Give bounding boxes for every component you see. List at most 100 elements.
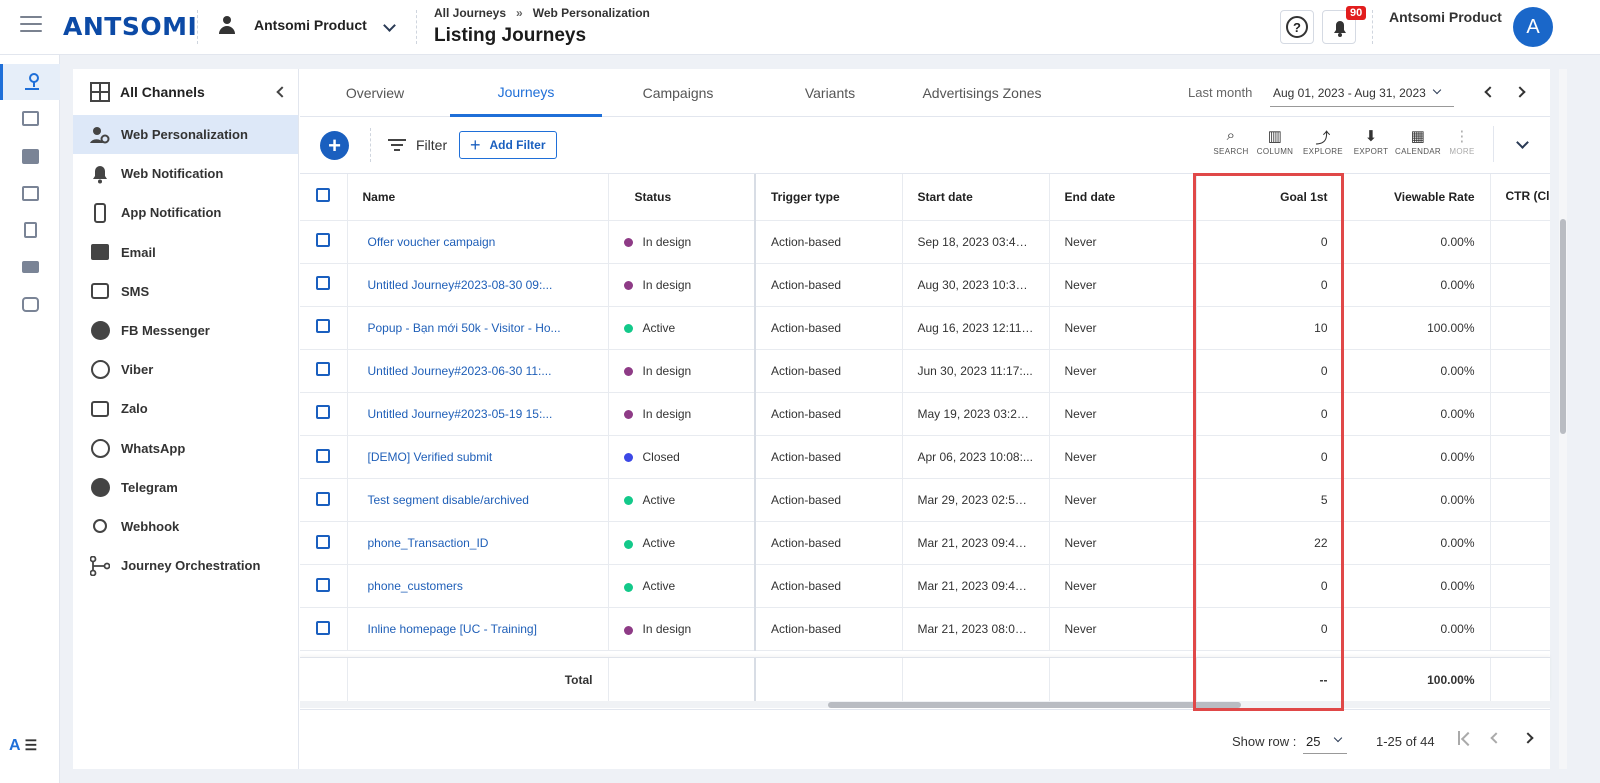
previous-period-icon[interactable] — [1484, 86, 1496, 98]
export-tool[interactable]: ⬇ EXPORT — [1346, 127, 1396, 156]
channel-webhook[interactable]: Webhook — [73, 507, 298, 546]
account-switcher[interactable]: Antsomi Product — [218, 16, 396, 34]
help-button[interactable]: ? — [1280, 10, 1314, 44]
calendar-tool[interactable]: ▦ CALENDAR — [1393, 127, 1443, 156]
rail-footer[interactable]: A ☰ — [9, 737, 37, 755]
channel-zalo[interactable]: Zalo — [73, 389, 298, 428]
avatar[interactable]: A — [1513, 7, 1553, 47]
row-checkbox[interactable] — [316, 491, 331, 506]
rail-link[interactable] — [0, 286, 60, 322]
journey-name-link[interactable]: Untitled Journey#2023-05-19 15:... — [347, 392, 609, 436]
tab-overview[interactable]: Overview — [300, 69, 450, 117]
explore-tool[interactable]: ⤴ EXPLORE — [1298, 127, 1348, 156]
column-header-start-date[interactable]: Start date — [902, 174, 1050, 221]
add-journey-button[interactable]: + — [320, 131, 349, 160]
hamburger-menu-icon[interactable] — [20, 16, 42, 34]
row-checkbox[interactable] — [316, 362, 331, 377]
channel-journey-orchestration[interactable]: Journey Orchestration — [73, 546, 298, 585]
table-row[interactable]: Untitled Journey#2023-08-30 09:... In des… — [300, 263, 1550, 307]
tab-variants[interactable]: Variants — [754, 69, 906, 117]
table-row[interactable]: Inline homepage [UC - Training] In design… — [300, 607, 1550, 652]
column-header-viewable-rate[interactable]: Viewable Rate — [1343, 174, 1491, 221]
row-checkbox[interactable] — [316, 448, 331, 463]
journey-name-link[interactable]: Offer voucher campaign — [347, 220, 609, 264]
search-tool[interactable]: ⌕ SEARCH — [1206, 127, 1256, 156]
channel-email[interactable]: Email — [73, 233, 298, 272]
row-checkbox[interactable] — [316, 577, 331, 592]
rail-data[interactable] — [0, 100, 60, 136]
breadcrumb-web-personalization[interactable]: Web Personalization — [533, 6, 650, 20]
rail-media[interactable] — [0, 175, 60, 211]
filter-button[interactable]: Filter — [388, 136, 447, 154]
antsomi-logo[interactable]: ANTSOMI — [63, 12, 197, 41]
channel-sms[interactable]: SMS — [73, 272, 298, 311]
journey-name-link[interactable]: Popup - Bạn mới 50k - Visitor - Ho... — [347, 306, 609, 350]
row-checkbox[interactable] — [316, 319, 331, 334]
column-header-end-date[interactable]: End date — [1049, 174, 1197, 221]
column-header-ctr[interactable]: CTR (Cl Viewab — [1490, 174, 1550, 221]
rail-ticket[interactable] — [0, 138, 60, 174]
scrollbar-thumb[interactable] — [1560, 219, 1566, 434]
column-header-goal-1st[interactable]: Goal 1st — [1196, 174, 1344, 221]
tab-advertising-zones[interactable]: Advertisings Zones — [906, 69, 1058, 117]
start-date-cell: Mar 29, 2023 02:52:... — [902, 478, 1050, 523]
first-page-icon[interactable] — [1458, 730, 1472, 746]
column-header-trigger-type[interactable]: Trigger type — [755, 174, 903, 221]
add-filter-button[interactable]: + Add Filter — [459, 131, 557, 159]
horizontal-scrollbar[interactable] — [300, 701, 1550, 708]
expand-menu-icon[interactable]: ☰ — [25, 737, 38, 753]
row-checkbox[interactable] — [316, 276, 331, 291]
channel-web-personalization[interactable]: Web Personalization — [73, 115, 298, 155]
journey-name-link[interactable]: Test segment disable/archived — [347, 478, 609, 523]
row-select-cell — [300, 220, 348, 264]
row-checkbox[interactable] — [316, 233, 331, 248]
table-row[interactable]: Untitled Journey#2023-05-19 15:... In des… — [300, 392, 1550, 436]
channel-viber[interactable]: Viber — [73, 350, 298, 389]
channel-fb-messenger[interactable]: FB Messenger — [73, 311, 298, 350]
scrollbar-thumb[interactable] — [828, 702, 1241, 708]
column-header-name[interactable]: Name — [347, 174, 609, 221]
table-row[interactable]: phone_Transaction_ID Active Action-based Ma… — [300, 521, 1550, 566]
journey-name-link[interactable]: phone_Transaction_ID — [347, 521, 609, 566]
breadcrumb-all-journeys[interactable]: All Journeys — [434, 6, 506, 20]
end-date-cell: Never — [1049, 392, 1197, 436]
rail-report[interactable] — [0, 212, 60, 248]
collapse-sidebar-icon[interactable] — [276, 86, 288, 98]
journey-name-link[interactable]: Untitled Journey#2023-06-30 11:... — [347, 349, 609, 393]
table-row[interactable]: Popup - Bạn mới 50k - Visitor - Ho... Act… — [300, 306, 1550, 350]
table-row[interactable]: Offer voucher campaign In design Action-ba… — [300, 220, 1550, 264]
journey-name-link[interactable]: [DEMO] Verified submit — [347, 435, 609, 480]
all-channels-header[interactable]: All Channels — [73, 69, 298, 115]
date-range-select[interactable]: Aug 01, 2023 - Aug 31, 2023 — [1270, 79, 1454, 107]
journey-name-link[interactable]: Untitled Journey#2023-08-30 09:... — [347, 263, 609, 307]
expand-toolbar-icon[interactable] — [1516, 136, 1529, 149]
table-row[interactable]: Untitled Journey#2023-06-30 11:... In des… — [300, 349, 1550, 393]
next-page-icon[interactable] — [1522, 732, 1534, 744]
table-row[interactable]: Test segment disable/archived Active Actio… — [300, 478, 1550, 523]
tab-campaigns[interactable]: Campaigns — [602, 69, 754, 117]
viewable-rate-cell: 0.00% — [1343, 607, 1491, 652]
row-checkbox[interactable] — [316, 620, 331, 635]
journey-name-link[interactable]: Inline homepage [UC - Training] — [347, 607, 609, 652]
next-period-icon[interactable] — [1514, 86, 1526, 98]
rows-per-page-select[interactable]: 25 — [1303, 728, 1347, 754]
column-tool[interactable]: ▥ COLUMN — [1250, 127, 1300, 156]
vertical-scrollbar[interactable] — [1559, 69, 1567, 769]
channel-telegram[interactable]: Telegram — [73, 468, 298, 507]
status-cell: In design — [608, 349, 756, 393]
previous-page-icon[interactable] — [1490, 732, 1502, 744]
row-checkbox[interactable] — [316, 405, 331, 420]
channel-app-notification[interactable]: App Notification — [73, 193, 298, 232]
more-tool[interactable]: ⋮ MORE — [1437, 127, 1487, 156]
rail-journey[interactable] — [0, 64, 60, 100]
select-all-checkbox[interactable] — [316, 188, 331, 203]
table-row[interactable]: phone_customers Active Action-based Mar 21,… — [300, 564, 1550, 609]
journey-name-link[interactable]: phone_customers — [347, 564, 609, 609]
tab-journeys[interactable]: Journeys — [450, 69, 602, 117]
channel-whatsapp[interactable]: WhatsApp — [73, 429, 298, 468]
channel-web-notification[interactable]: Web Notification — [73, 154, 298, 193]
table-row[interactable]: [DEMO] Verified submit Closed Action-based… — [300, 435, 1550, 480]
column-header-status[interactable]: Status — [608, 174, 756, 221]
rail-mail[interactable] — [0, 249, 60, 285]
row-checkbox[interactable] — [316, 534, 331, 549]
